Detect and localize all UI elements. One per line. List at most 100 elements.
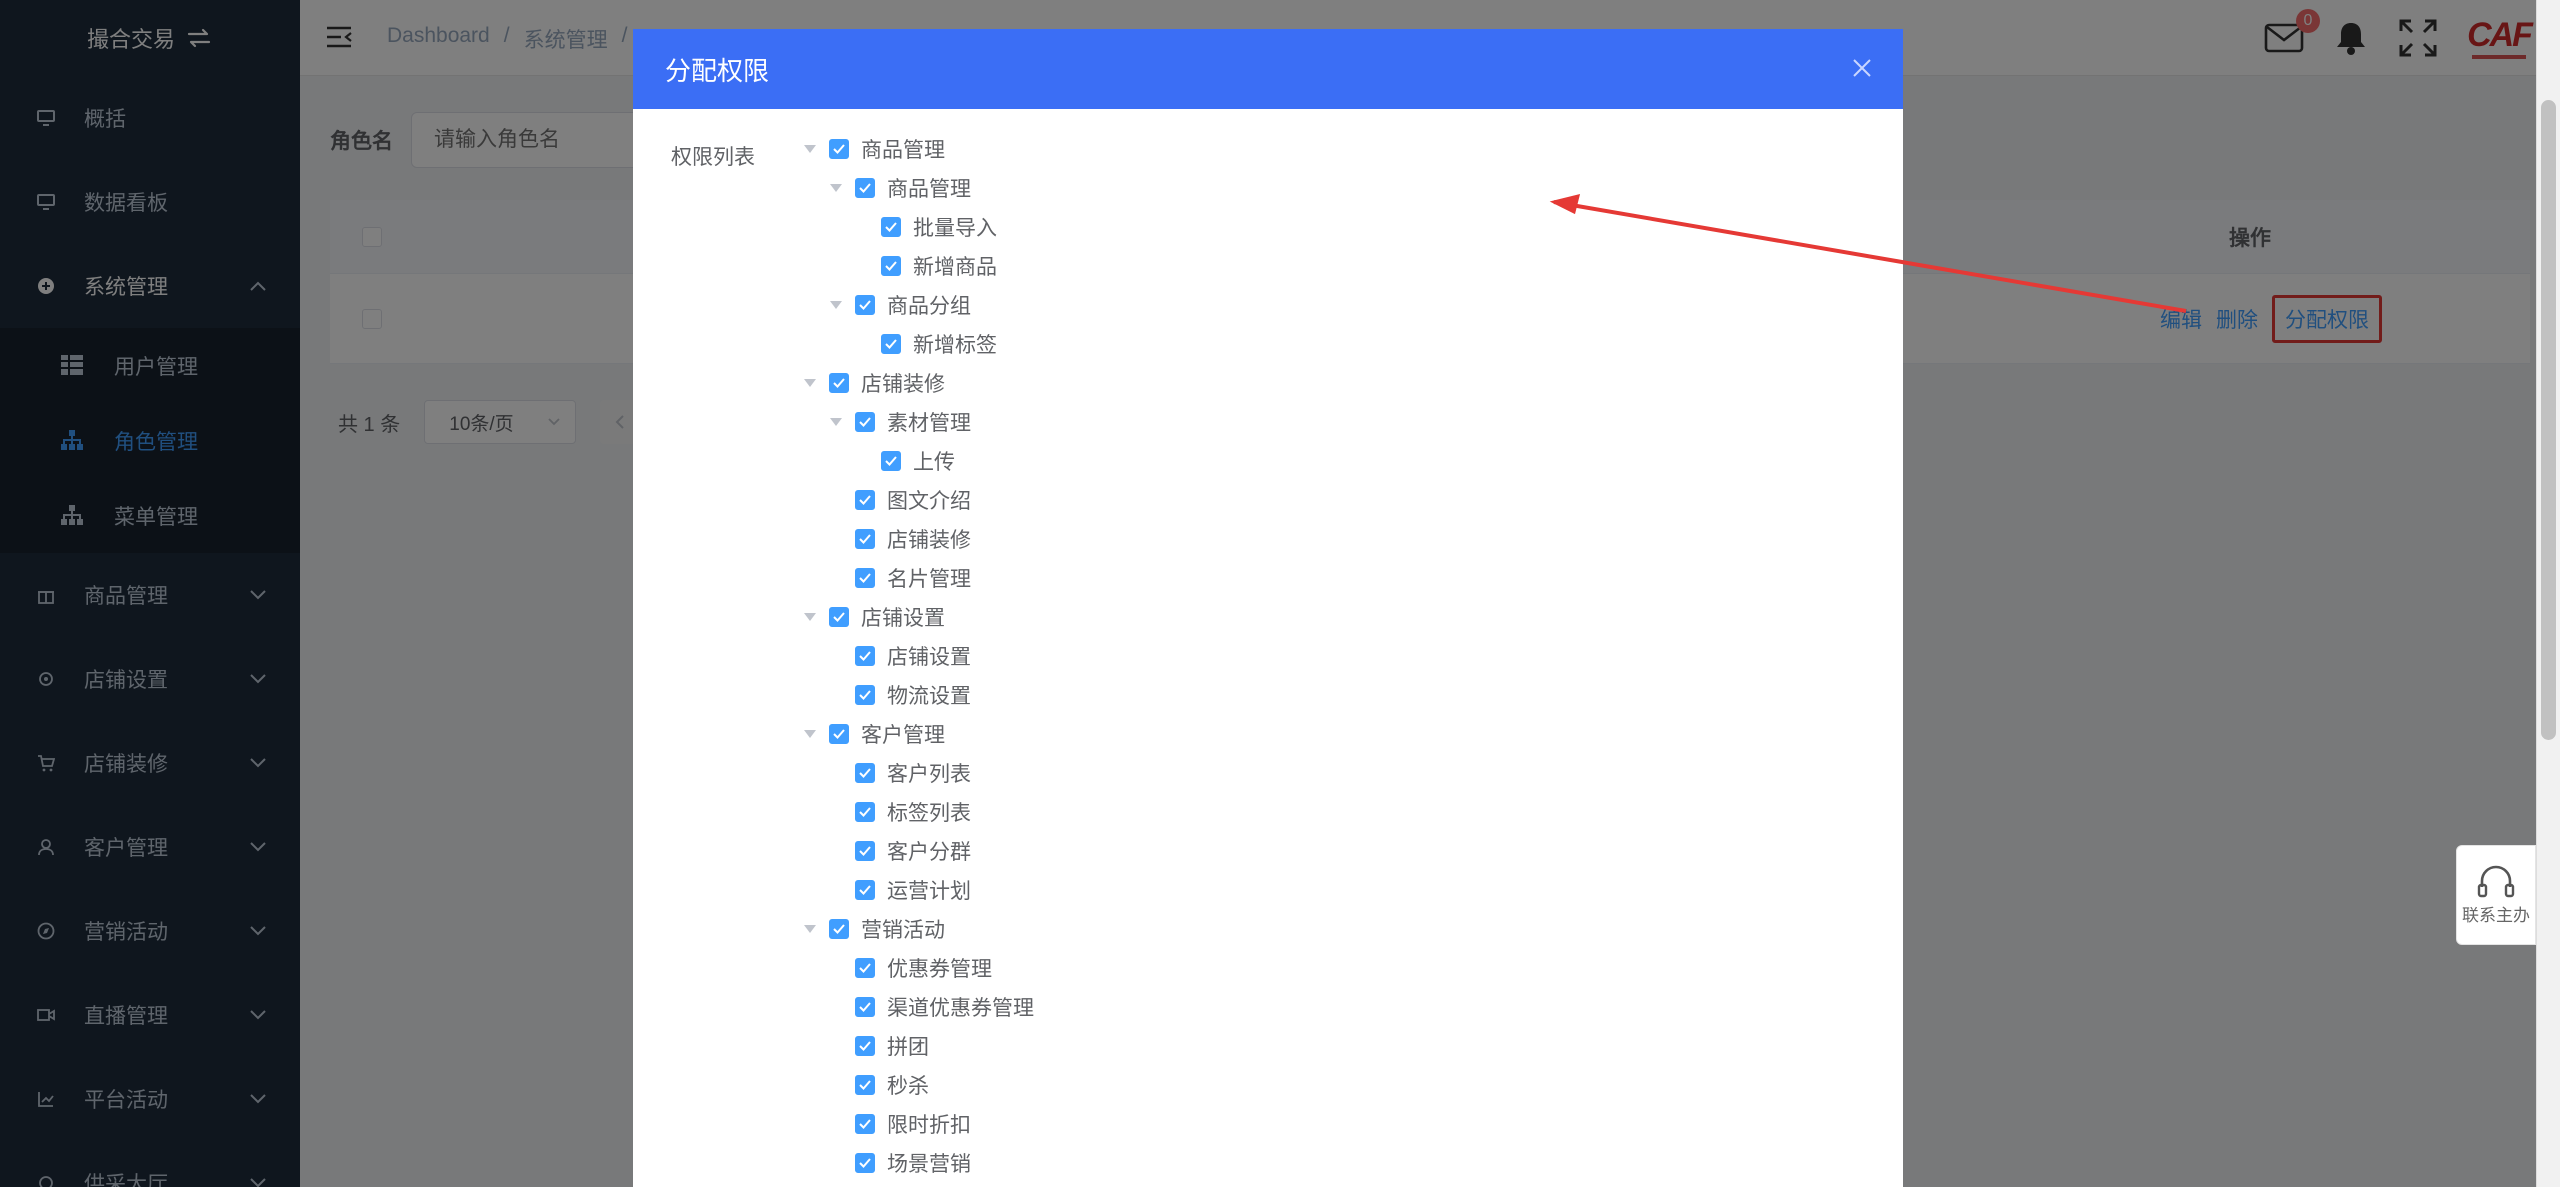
tree-checkbox[interactable] (829, 723, 849, 744)
scroll-thumb[interactable] (2541, 100, 2556, 740)
tree-node-label: 店铺装修 (887, 528, 971, 552)
tree-node-label: 标签列表 (887, 801, 971, 825)
tree-node[interactable]: 店铺设置 (803, 597, 1034, 636)
tree-checkbox[interactable] (855, 762, 875, 783)
check-icon (859, 1118, 871, 1129)
check-icon (859, 962, 871, 973)
tree-node-label: 名片管理 (887, 567, 971, 591)
check-icon (859, 182, 871, 193)
page-scrollbar[interactable] (2536, 0, 2560, 1187)
check-icon (859, 884, 871, 895)
tree-node[interactable]: 商品管理 (803, 168, 1034, 207)
caret-down-icon[interactable] (829, 300, 843, 310)
tree-checkbox[interactable] (881, 333, 901, 354)
tree-checkbox[interactable] (855, 1035, 875, 1056)
tree-node[interactable]: 批量导入 (803, 207, 1034, 246)
tree-checkbox[interactable] (855, 957, 875, 978)
tree-checkbox[interactable] (881, 255, 901, 276)
check-icon (833, 611, 845, 622)
caret-down-icon[interactable] (829, 417, 843, 427)
tree-node[interactable]: 店铺装修 (803, 363, 1034, 402)
tree-node[interactable]: 营销活动 (803, 909, 1034, 948)
tree-node[interactable]: 上传 (803, 441, 1034, 480)
tree-node-label: 运营计划 (887, 879, 971, 903)
tree-checkbox[interactable] (855, 801, 875, 822)
caret-down-icon[interactable] (803, 729, 817, 739)
tree-node-label: 营销活动 (861, 918, 945, 942)
assign-permission-dialog: 分配权限 权限列表 商品管理 商品管理 批量导入 新增商品 商品分组 新增标签 店铺装修 素材… (633, 29, 1903, 1187)
tree-checkbox[interactable] (855, 567, 875, 588)
tree-node[interactable]: 限时折扣 (803, 1104, 1034, 1143)
tree-checkbox[interactable] (829, 138, 849, 159)
tree-node[interactable]: 商品管理 (803, 129, 1034, 168)
tree-checkbox[interactable] (855, 996, 875, 1017)
tree-checkbox[interactable] (855, 840, 875, 861)
tree-node-label: 物流设置 (887, 684, 971, 708)
tree-checkbox[interactable] (881, 216, 901, 237)
tree-node[interactable]: 客户管理 (803, 714, 1034, 753)
caret-down-icon[interactable] (803, 924, 817, 934)
tree-checkbox[interactable] (855, 1113, 875, 1134)
contact-widget[interactable]: 联系主办 (2456, 845, 2536, 945)
check-icon (885, 338, 897, 349)
tree-node[interactable]: 素材管理 (803, 402, 1034, 441)
tree-checkbox[interactable] (855, 177, 875, 198)
caret-down-icon[interactable] (829, 183, 843, 193)
check-icon (859, 1040, 871, 1051)
tree-node[interactable]: 新增商品 (803, 246, 1034, 285)
tree-checkbox[interactable] (855, 1152, 875, 1173)
tree-node[interactable]: 优惠券管理 (803, 948, 1034, 987)
tree-checkbox[interactable] (829, 606, 849, 627)
tree-node[interactable]: 新增标签 (803, 324, 1034, 363)
tree-node[interactable]: 客户列表 (803, 753, 1034, 792)
tree-node[interactable]: 店铺设置 (803, 636, 1034, 675)
tree-node[interactable]: 拼团 (803, 1026, 1034, 1065)
tree-node[interactable]: 物流设置 (803, 675, 1034, 714)
check-icon (859, 299, 871, 310)
check-icon (833, 143, 845, 154)
tree-checkbox[interactable] (855, 645, 875, 666)
tree-node-label: 限时折扣 (887, 1113, 971, 1137)
tree-node[interactable]: 渠道优惠券管理 (803, 987, 1034, 1026)
check-icon (833, 377, 845, 388)
tree-node-label: 客户分群 (887, 840, 971, 864)
dialog-body: 权限列表 商品管理 商品管理 批量导入 新增商品 商品分组 新增标签 店铺装修 素材管理 上传图… (633, 109, 1903, 1176)
tree-node-label: 拼团 (887, 1035, 929, 1059)
caret-down-icon[interactable] (803, 378, 817, 388)
tree-checkbox[interactable] (855, 411, 875, 432)
check-icon (885, 455, 897, 466)
tree-checkbox[interactable] (855, 1074, 875, 1095)
tree-checkbox[interactable] (855, 294, 875, 315)
check-icon (859, 806, 871, 817)
tree-checkbox[interactable] (855, 684, 875, 705)
tree-node-label: 店铺装修 (861, 372, 945, 396)
contact-label: 联系主办 (2462, 905, 2530, 925)
tree-node[interactable]: 商品分组 (803, 285, 1034, 324)
tree-node-label: 商品管理 (861, 138, 945, 162)
tree-node[interactable]: 运营计划 (803, 870, 1034, 909)
tree-node[interactable]: 图文介绍 (803, 480, 1034, 519)
tree-node[interactable]: 客户分群 (803, 831, 1034, 870)
tree-node-label: 客户列表 (887, 762, 971, 786)
tree-node-label: 批量导入 (913, 216, 997, 240)
tree-node[interactable]: 店铺装修 (803, 519, 1034, 558)
caret-down-icon[interactable] (803, 612, 817, 622)
tree-node[interactable]: 秒杀 (803, 1065, 1034, 1104)
tree-node[interactable]: 标签列表 (803, 792, 1034, 831)
tree-checkbox[interactable] (855, 879, 875, 900)
tree-checkbox[interactable] (855, 489, 875, 510)
tree-node[interactable]: 名片管理 (803, 558, 1034, 597)
check-icon (859, 416, 871, 427)
check-icon (859, 533, 871, 544)
permission-list-label: 权限列表 (671, 146, 755, 169)
tree-node[interactable]: 场景营销 (803, 1143, 1034, 1182)
tree-node-label: 新增标签 (913, 333, 997, 357)
tree-checkbox[interactable] (829, 918, 849, 939)
tree-checkbox[interactable] (829, 372, 849, 393)
tree-node-label: 图文介绍 (887, 489, 971, 513)
tree-checkbox[interactable] (855, 528, 875, 549)
tree-checkbox[interactable] (881, 450, 901, 471)
close-icon[interactable] (1851, 57, 1873, 79)
check-icon (859, 494, 871, 505)
caret-down-icon[interactable] (803, 144, 817, 154)
